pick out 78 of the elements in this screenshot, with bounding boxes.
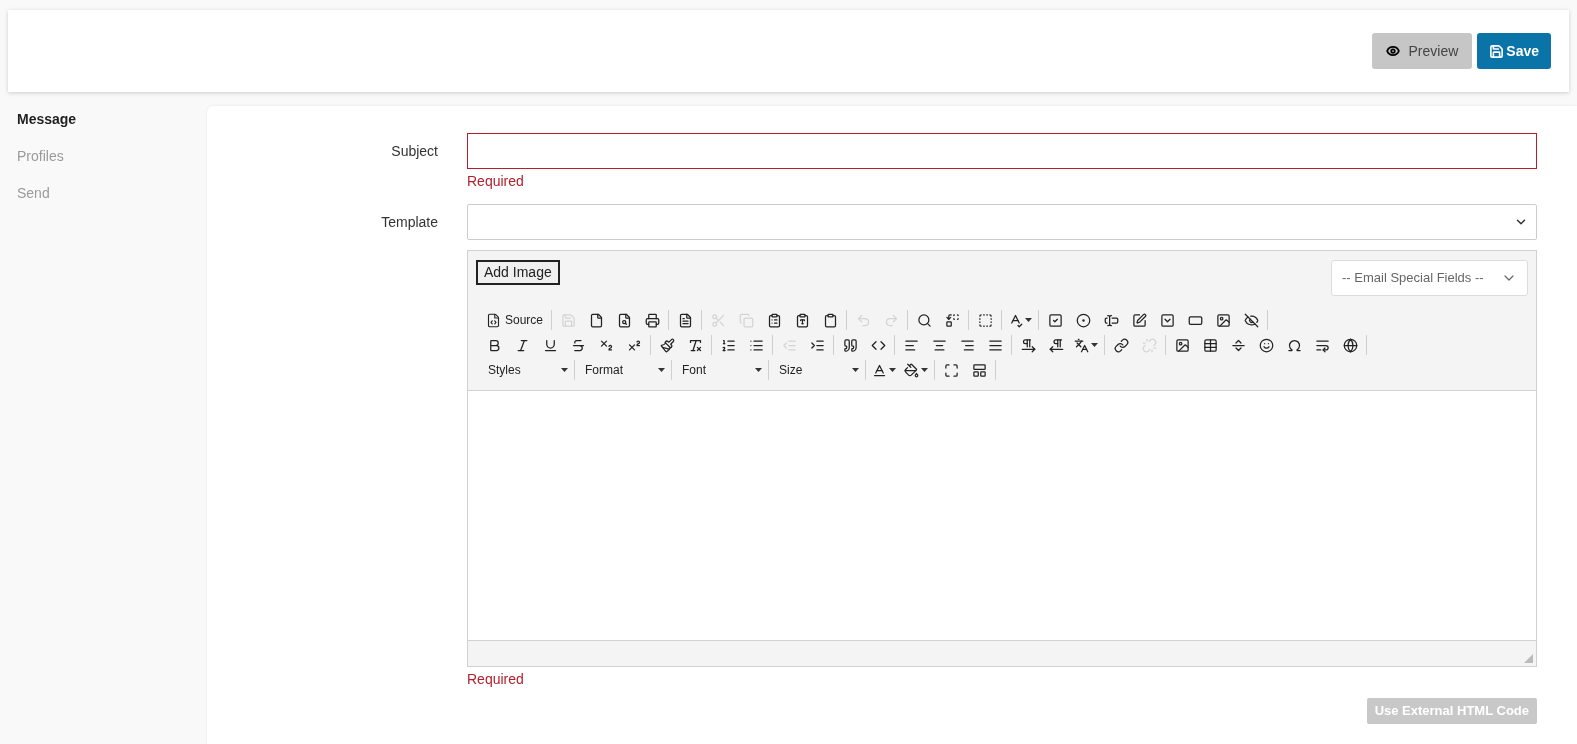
bulleted-list-icon xyxy=(748,337,764,353)
copy-icon xyxy=(738,312,754,328)
new-page-icon xyxy=(588,312,604,328)
unlink-icon xyxy=(1141,337,1157,353)
toolbar-dropdown[interactable]: Format xyxy=(577,356,669,384)
table-icon xyxy=(1202,337,1218,353)
sidebar-item[interactable]: Message xyxy=(17,109,207,130)
caret-icon xyxy=(1025,318,1033,322)
remove-format-icon xyxy=(687,337,703,353)
align-center-icon xyxy=(931,337,947,353)
replace-icon xyxy=(944,312,960,328)
underline-icon xyxy=(542,337,558,353)
field-label: Subject xyxy=(390,142,438,161)
subscript-icon xyxy=(598,337,614,353)
caret-icon xyxy=(889,368,896,372)
select-icon xyxy=(1159,312,1175,328)
caret-icon xyxy=(561,368,568,372)
special-fields-select[interactable]: -- Email Special Fields -- xyxy=(1331,260,1528,296)
checkbox-icon xyxy=(1047,312,1063,328)
radio-icon xyxy=(1075,312,1091,328)
numbered-list-icon xyxy=(720,337,736,353)
cut-icon xyxy=(710,312,726,328)
redo-icon xyxy=(883,312,899,328)
source-button[interactable]: Source xyxy=(480,306,550,334)
spellcheck-icon xyxy=(1008,312,1024,328)
preview-button[interactable]: Preview xyxy=(1371,33,1473,69)
toolbar-dropdown[interactable]: Styles xyxy=(480,356,572,384)
language-icon xyxy=(1074,337,1089,353)
text-field-icon xyxy=(1103,312,1119,328)
subject-input[interactable] xyxy=(467,133,1537,169)
superscript-icon xyxy=(626,337,642,353)
caret-icon xyxy=(658,368,665,372)
strikethrough-icon xyxy=(570,337,586,353)
show-blocks-icon xyxy=(971,362,987,378)
source-icon xyxy=(486,312,501,328)
caret-icon xyxy=(1091,343,1098,347)
toolbar-dropdown[interactable]: Size xyxy=(771,356,863,384)
align-left-icon xyxy=(903,337,919,353)
paste-icon xyxy=(766,312,782,328)
document-icon xyxy=(677,312,693,328)
right-to-left-icon xyxy=(1048,337,1064,353)
link-icon xyxy=(1113,337,1129,353)
image-button-icon xyxy=(1215,312,1231,328)
text-color-icon xyxy=(872,362,887,378)
paintbrush-icon xyxy=(659,337,675,353)
print-icon xyxy=(644,312,660,328)
caret-icon xyxy=(852,368,859,372)
left-to-right-icon xyxy=(1020,337,1036,353)
undo-icon xyxy=(855,312,871,328)
field-label: Template xyxy=(380,213,438,232)
error-message: Required xyxy=(467,172,525,191)
italic-icon xyxy=(514,337,530,353)
caret-icon xyxy=(755,368,762,372)
outdent-icon xyxy=(781,337,797,353)
maximize-icon xyxy=(943,362,959,378)
error-message: Required xyxy=(467,670,525,689)
select-all-icon xyxy=(977,312,993,328)
toolbar-dropdown[interactable]: Font xyxy=(674,356,766,384)
add-image-button[interactable]: Add Image xyxy=(476,260,560,285)
background-color-icon xyxy=(904,362,919,378)
resize-handle-icon[interactable] xyxy=(1524,654,1533,663)
caret-icon xyxy=(921,368,928,372)
indent-icon xyxy=(809,337,825,353)
save-button[interactable]: Save xyxy=(1477,33,1551,69)
save-icon xyxy=(560,312,576,328)
globe-icon xyxy=(1342,337,1358,353)
eye-icon xyxy=(1385,44,1400,58)
horizontal-line-icon xyxy=(1230,337,1246,353)
quote-icon xyxy=(842,337,858,353)
preview-icon xyxy=(616,312,632,328)
image-icon xyxy=(1174,337,1190,353)
paste-text-icon xyxy=(794,312,810,328)
align-right-icon xyxy=(959,337,975,353)
floppy-icon xyxy=(1489,43,1505,59)
align-justify-icon xyxy=(987,337,1003,353)
smiley-icon xyxy=(1258,337,1274,353)
omega-icon xyxy=(1286,337,1302,353)
search-icon xyxy=(916,312,932,328)
